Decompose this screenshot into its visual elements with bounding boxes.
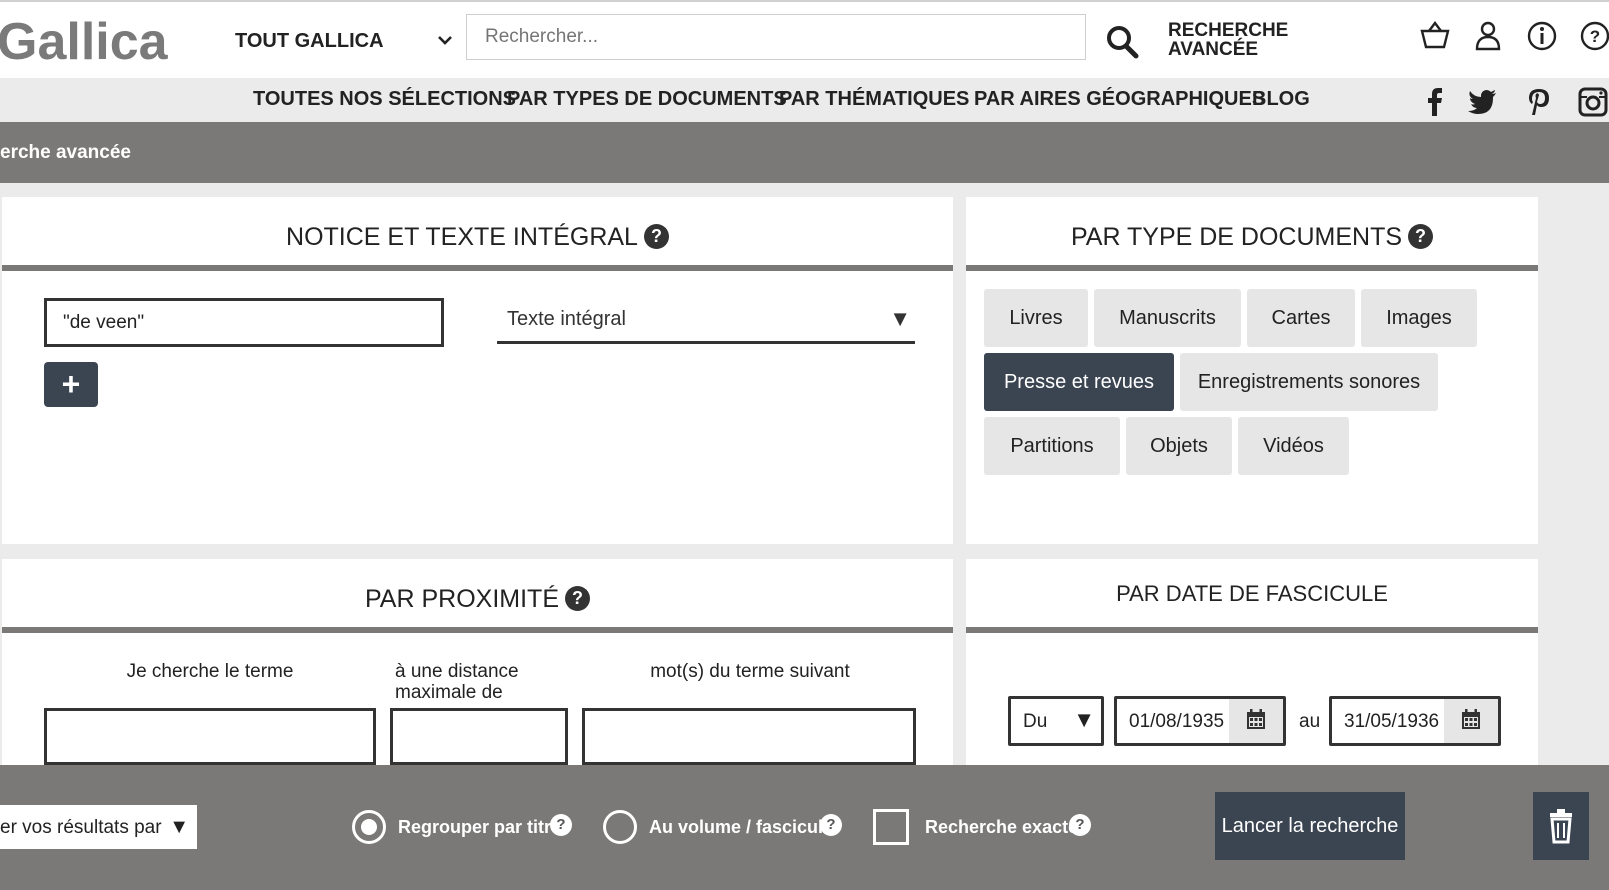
- exact-search-label[interactable]: Recherche exacte: [925, 817, 1078, 838]
- help-icon[interactable]: ?: [550, 814, 572, 836]
- date-panel-title: PAR DATE DE FASCICULE: [1116, 581, 1388, 606]
- exact-search-checkbox[interactable]: [873, 809, 909, 845]
- date-mode-select[interactable]: Du ▼: [1008, 696, 1104, 746]
- date-to-value: 31/05/1936: [1344, 711, 1440, 732]
- help-icon[interactable]: ?: [1069, 814, 1091, 836]
- group-by-title-radio[interactable]: [352, 810, 386, 844]
- trash-icon: [1550, 809, 1572, 844]
- instagram-icon[interactable]: [1577, 86, 1609, 118]
- field-select[interactable]: Texte intégral ▼: [497, 302, 915, 344]
- sort-select-label: er vos résultats par: [0, 817, 162, 838]
- svg-text:?: ?: [1590, 27, 1600, 46]
- search-input[interactable]: [467, 15, 1085, 59]
- help-icon[interactable]: ?: [643, 224, 669, 249]
- facebook-icon[interactable]: [1419, 86, 1451, 118]
- help-icon[interactable]: ?: [1579, 20, 1609, 52]
- date-to-field[interactable]: 31/05/1936: [1329, 696, 1501, 746]
- breadcrumb: erche avancée: [0, 142, 131, 163]
- notice-panel: NOTICE ET TEXTE INTÉGRAL? "de veen" Text…: [2, 197, 953, 544]
- panel-divider: [966, 265, 1538, 271]
- twitter-icon[interactable]: [1466, 86, 1498, 118]
- calendar-icon[interactable]: [1229, 699, 1283, 743]
- type-livres-button[interactable]: Livres: [984, 289, 1088, 347]
- type-images-button[interactable]: Images: [1361, 289, 1477, 347]
- type-videos-button[interactable]: Vidéos: [1238, 417, 1349, 475]
- date-from-value: 01/08/1935: [1129, 711, 1225, 732]
- date-panel: PAR DATE DE FASCICULE Du ▼ 01/08/1935 au…: [966, 559, 1538, 765]
- type-objets-button[interactable]: Objets: [1126, 417, 1232, 475]
- scope-select-label[interactable]: TOUT GALLICA: [235, 30, 384, 53]
- notice-panel-title: NOTICE ET TEXTE INTÉGRAL: [286, 223, 638, 251]
- document-type-panel: PAR TYPE DE DOCUMENTS? Livres Manuscrits…: [966, 197, 1538, 544]
- proximity-panel: PAR PROXIMITÉ? Je cherche le terme à une…: [2, 559, 953, 765]
- breadcrumb-bar: erche avancée: [0, 122, 1609, 183]
- add-criterion-button[interactable]: +: [44, 362, 98, 407]
- distance-label: à une distance maximale de: [395, 661, 519, 703]
- radio-selected-dot: [361, 819, 377, 835]
- gallica-logo[interactable]: Gallica: [0, 12, 168, 72]
- date-mode-value: Du: [1023, 711, 1048, 732]
- nav-thematics[interactable]: PAR THÉMATIQUES: [779, 88, 969, 111]
- dropdown-arrow-icon: ▼: [1073, 707, 1095, 732]
- advanced-search-link[interactable]: RECHERCHE AVANCÉE: [1168, 21, 1288, 59]
- term-input[interactable]: [44, 708, 376, 765]
- group-by-title-label[interactable]: Regrouper par titre: [398, 817, 561, 838]
- proximity-panel-header: PAR PROXIMITÉ?: [2, 585, 953, 614]
- nav-document-types[interactable]: PAR TYPES DE DOCUMENTS: [507, 88, 787, 111]
- by-volume-radio[interactable]: [603, 810, 637, 844]
- help-icon[interactable]: ?: [820, 814, 842, 836]
- info-icon[interactable]: [1526, 20, 1558, 52]
- help-icon[interactable]: ?: [565, 586, 590, 611]
- advanced-line1: RECHERCHE: [1168, 20, 1289, 41]
- next-term-input[interactable]: [582, 708, 916, 765]
- basket-icon[interactable]: [1419, 20, 1451, 52]
- panel-divider: [966, 627, 1538, 633]
- search-field[interactable]: [466, 14, 1086, 60]
- type-cartes-button[interactable]: Cartes: [1247, 289, 1355, 347]
- nav-geographic[interactable]: PAR AIRES GÉOGRAPHIQUES: [974, 88, 1265, 111]
- type-panel-header: PAR TYPE DE DOCUMENTS?: [966, 223, 1538, 252]
- date-separator: au: [1299, 711, 1321, 732]
- next-term-label: mot(s) du terme suivant: [650, 661, 850, 682]
- search-options-bar: er vos résultats par ▼ Regrouper par tit…: [0, 765, 1609, 890]
- type-manuscrits-button[interactable]: Manuscrits: [1094, 289, 1241, 347]
- query-input[interactable]: "de veen": [44, 298, 444, 347]
- panel-divider: [2, 265, 953, 271]
- pinterest-icon[interactable]: [1523, 86, 1555, 118]
- chevron-down-icon[interactable]: [436, 31, 454, 49]
- date-from-field[interactable]: 01/08/1935: [1114, 696, 1286, 746]
- type-enregistrements-button[interactable]: Enregistrements sonores: [1180, 353, 1438, 411]
- advanced-line2: AVANCÉE: [1168, 39, 1259, 60]
- user-icon[interactable]: [1472, 20, 1504, 52]
- type-presse-button[interactable]: Presse et revues: [984, 353, 1174, 411]
- by-volume-label[interactable]: Au volume / fascicule: [649, 817, 833, 838]
- field-select-value: Texte intégral: [507, 308, 626, 330]
- launch-search-button[interactable]: Lancer la recherche: [1215, 792, 1405, 860]
- calendar-icon[interactable]: [1444, 699, 1498, 743]
- nav-selections[interactable]: TOUTES NOS SÉLECTIONS: [253, 88, 516, 111]
- type-panel-title: PAR TYPE DE DOCUMENTS: [1070, 223, 1403, 251]
- main-nav: TOUTES NOS SÉLECTIONS PAR TYPES DE DOCUM…: [0, 78, 1609, 122]
- type-partitions-button[interactable]: Partitions: [984, 417, 1120, 475]
- nav-blog[interactable]: BLOG: [1252, 88, 1310, 111]
- proximity-panel-title: PAR PROXIMITÉ: [364, 585, 559, 613]
- dropdown-arrow-icon: ▼: [169, 816, 189, 838]
- dropdown-arrow-icon: ▼: [889, 306, 911, 331]
- notice-panel-header: NOTICE ET TEXTE INTÉGRAL?: [2, 223, 953, 252]
- help-icon[interactable]: ?: [1408, 224, 1434, 249]
- search-icon[interactable]: [1105, 24, 1139, 60]
- distance-input[interactable]: [390, 708, 568, 765]
- sort-select[interactable]: er vos résultats par ▼: [0, 805, 197, 849]
- clear-button[interactable]: [1533, 792, 1589, 860]
- top-header: Gallica TOUT GALLICA RECHERCHE AVANCÉE ?: [0, 0, 1609, 80]
- panel-divider: [2, 627, 953, 633]
- term-label: Je cherche le terme: [126, 661, 294, 682]
